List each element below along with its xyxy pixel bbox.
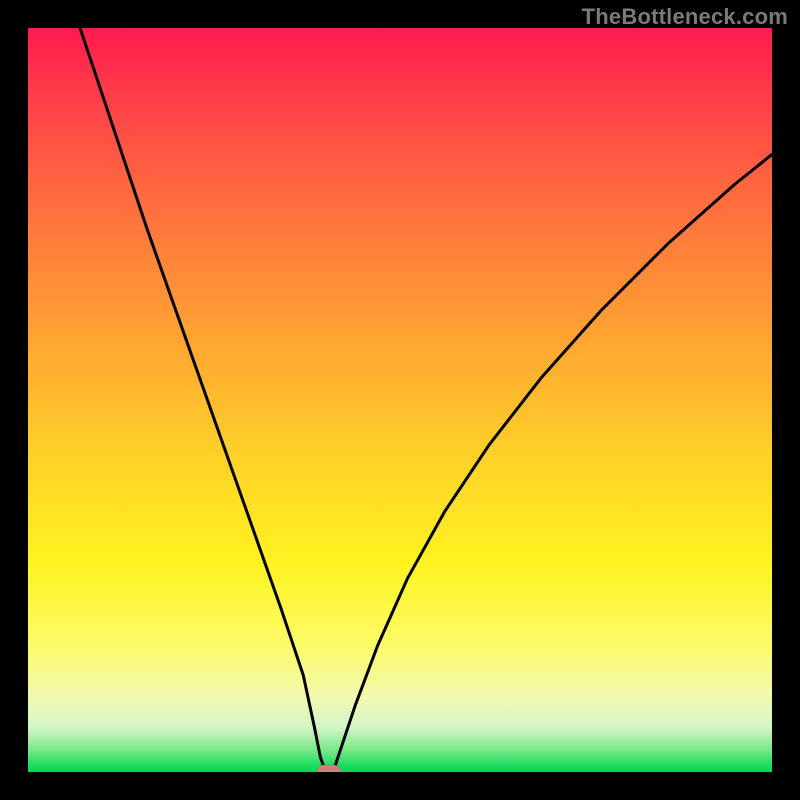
watermark-text: TheBottleneck.com <box>582 4 788 30</box>
optimal-point-marker <box>317 765 341 772</box>
series-right-branch <box>333 154 772 772</box>
plot-area <box>28 28 772 772</box>
chart-frame: TheBottleneck.com <box>0 0 800 800</box>
bottleneck-curve <box>28 28 772 772</box>
series-left-branch <box>80 28 326 772</box>
